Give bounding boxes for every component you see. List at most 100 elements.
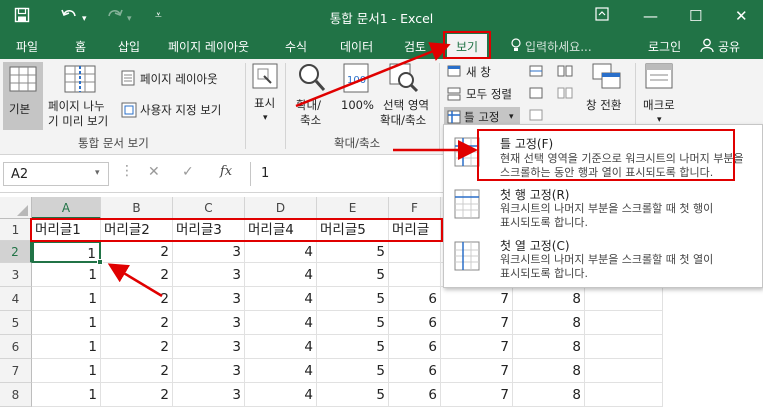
column-header-C[interactable]: C bbox=[173, 197, 245, 219]
cell-D6[interactable]: 4 bbox=[245, 335, 317, 359]
cell-C3[interactable]: 3 bbox=[173, 263, 245, 287]
cell-A3[interactable]: 1 bbox=[32, 263, 101, 287]
fill-handle[interactable] bbox=[97, 259, 103, 265]
cell-F3[interactable] bbox=[389, 263, 441, 287]
insert-function-icon[interactable]: fx bbox=[220, 164, 232, 179]
tab-insert[interactable]: 삽입 bbox=[118, 38, 140, 55]
cell-D4[interactable]: 4 bbox=[245, 287, 317, 311]
cell-C4[interactable]: 3 bbox=[173, 287, 245, 311]
cell-F4[interactable]: 6 bbox=[389, 287, 441, 311]
row-header-6[interactable]: 6 bbox=[0, 335, 32, 359]
show-button[interactable]: 표시 bbox=[254, 96, 275, 110]
cell-I4[interactable] bbox=[585, 287, 663, 311]
cell-E8[interactable]: 5 bbox=[317, 383, 389, 407]
tell-me-search[interactable]: 입력하세요... bbox=[525, 38, 592, 55]
cell-I6[interactable] bbox=[585, 335, 663, 359]
cell-F2[interactable] bbox=[389, 241, 441, 263]
tab-home[interactable]: 홈 bbox=[75, 38, 86, 55]
cell-G4[interactable]: 7 bbox=[441, 287, 513, 311]
new-window-button[interactable]: 새 창 bbox=[466, 65, 491, 79]
cell-A8[interactable]: 1 bbox=[32, 383, 101, 407]
cell-G5[interactable]: 7 bbox=[441, 311, 513, 335]
cell-D8[interactable]: 4 bbox=[245, 383, 317, 407]
cell-H5[interactable]: 8 bbox=[513, 311, 585, 335]
sign-in-link[interactable]: 로그인 bbox=[648, 38, 681, 55]
minimize-icon[interactable]: — bbox=[643, 7, 658, 25]
tab-page-layout[interactable]: 페이지 레이아웃 bbox=[168, 38, 249, 55]
tab-formulas[interactable]: 수식 bbox=[285, 38, 307, 55]
cell-G8[interactable]: 7 bbox=[441, 383, 513, 407]
cell-B8[interactable]: 2 bbox=[101, 383, 173, 407]
cell-A6[interactable]: 1 bbox=[32, 335, 101, 359]
row-header-7[interactable]: 7 bbox=[0, 359, 32, 383]
ribbon-display-options-icon[interactable] bbox=[595, 7, 609, 25]
cell-C7[interactable]: 3 bbox=[173, 359, 245, 383]
close-icon[interactable]: ✕ bbox=[735, 7, 748, 25]
cell-E7[interactable]: 5 bbox=[317, 359, 389, 383]
cell-B3[interactable]: 2 bbox=[101, 263, 173, 287]
row-header-5[interactable]: 5 bbox=[0, 311, 32, 335]
cell-E2[interactable]: 5 bbox=[317, 241, 389, 263]
macros-button[interactable]: 매크로 bbox=[643, 98, 675, 112]
show-dropdown-icon[interactable]: ▾ bbox=[263, 111, 268, 125]
cell-E3[interactable]: 5 bbox=[317, 263, 389, 287]
cancel-icon[interactable]: ✕ bbox=[148, 164, 160, 180]
cell-D3[interactable]: 4 bbox=[245, 263, 317, 287]
cell-C8[interactable]: 3 bbox=[173, 383, 245, 407]
zoom-to-selection-button[interactable]: 선택 영역 bbox=[383, 98, 429, 112]
cell-E6[interactable]: 5 bbox=[317, 335, 389, 359]
cell-G7[interactable]: 7 bbox=[441, 359, 513, 383]
tab-file[interactable]: 파일 bbox=[16, 38, 38, 55]
cell-C6[interactable]: 3 bbox=[173, 335, 245, 359]
cell-H6[interactable]: 8 bbox=[513, 335, 585, 359]
cell-E5[interactable]: 5 bbox=[317, 311, 389, 335]
column-header-E[interactable]: E bbox=[317, 197, 389, 219]
cell-B4[interactable]: 2 bbox=[101, 287, 173, 311]
column-header-F[interactable]: F bbox=[389, 197, 441, 219]
column-header-B[interactable]: B bbox=[101, 197, 173, 219]
tab-data[interactable]: 데이터 bbox=[340, 38, 373, 55]
cell-F6[interactable]: 6 bbox=[389, 335, 441, 359]
cell-B6[interactable]: 2 bbox=[101, 335, 173, 359]
page-break-preview-button[interactable]: 페이지 나누 bbox=[48, 99, 105, 113]
row-header-4[interactable]: 4 bbox=[0, 287, 32, 311]
cell-I7[interactable] bbox=[585, 359, 663, 383]
cell-F7[interactable]: 6 bbox=[389, 359, 441, 383]
cell-B5[interactable]: 2 bbox=[101, 311, 173, 335]
cell-C2[interactable]: 3 bbox=[173, 241, 245, 263]
name-box[interactable]: A2 ▾ bbox=[3, 162, 109, 186]
formula-input[interactable]: 1 bbox=[250, 162, 443, 186]
active-cell-A2[interactable]: 1 bbox=[32, 241, 101, 263]
row-header-3[interactable]: 3 bbox=[0, 263, 32, 287]
switch-windows-button[interactable]: 창 전환 bbox=[586, 98, 621, 112]
enter-icon[interactable]: ✓ bbox=[182, 164, 194, 180]
zoom-100-button[interactable]: 100% bbox=[341, 98, 374, 112]
normal-view-button[interactable]: 기본 bbox=[3, 62, 43, 130]
cell-E4[interactable]: 5 bbox=[317, 287, 389, 311]
cell-G6[interactable]: 7 bbox=[441, 335, 513, 359]
name-box-dropdown-icon[interactable]: ▾ bbox=[95, 168, 100, 178]
custom-views-button[interactable]: 사용자 지정 보기 bbox=[140, 103, 221, 117]
freeze-first-column-item[interactable]: 첫 열 고정(C) 워크시트의 나머지 부분을 스크롤할 때 첫 열이 표시되도… bbox=[445, 235, 762, 285]
freeze-top-row-item[interactable]: 첫 행 고정(R) 워크시트의 나머지 부분을 스크롤할 때 첫 행이 표시되도… bbox=[445, 183, 762, 233]
cell-B2[interactable]: 2 bbox=[101, 241, 173, 263]
cell-A5[interactable]: 1 bbox=[32, 311, 101, 335]
column-header-A[interactable]: A bbox=[32, 197, 101, 219]
cell-D5[interactable]: 4 bbox=[245, 311, 317, 335]
tab-review[interactable]: 검토 bbox=[404, 38, 426, 55]
cell-D2[interactable]: 4 bbox=[245, 241, 317, 263]
column-header-D[interactable]: D bbox=[245, 197, 317, 219]
select-all-button[interactable] bbox=[0, 197, 32, 219]
cell-A7[interactable]: 1 bbox=[32, 359, 101, 383]
cell-F8[interactable]: 6 bbox=[389, 383, 441, 407]
cell-H7[interactable]: 8 bbox=[513, 359, 585, 383]
arrange-all-button[interactable]: 모두 정렬 bbox=[466, 87, 512, 101]
row-header-1[interactable]: 1 bbox=[0, 219, 32, 241]
cell-D7[interactable]: 4 bbox=[245, 359, 317, 383]
row-header-8[interactable]: 8 bbox=[0, 383, 32, 407]
page-layout-view-button[interactable]: 페이지 레이아웃 bbox=[140, 72, 218, 86]
cell-C5[interactable]: 3 bbox=[173, 311, 245, 335]
cell-H4[interactable]: 8 bbox=[513, 287, 585, 311]
maximize-icon[interactable]: ☐ bbox=[689, 7, 702, 25]
cell-F5[interactable]: 6 bbox=[389, 311, 441, 335]
